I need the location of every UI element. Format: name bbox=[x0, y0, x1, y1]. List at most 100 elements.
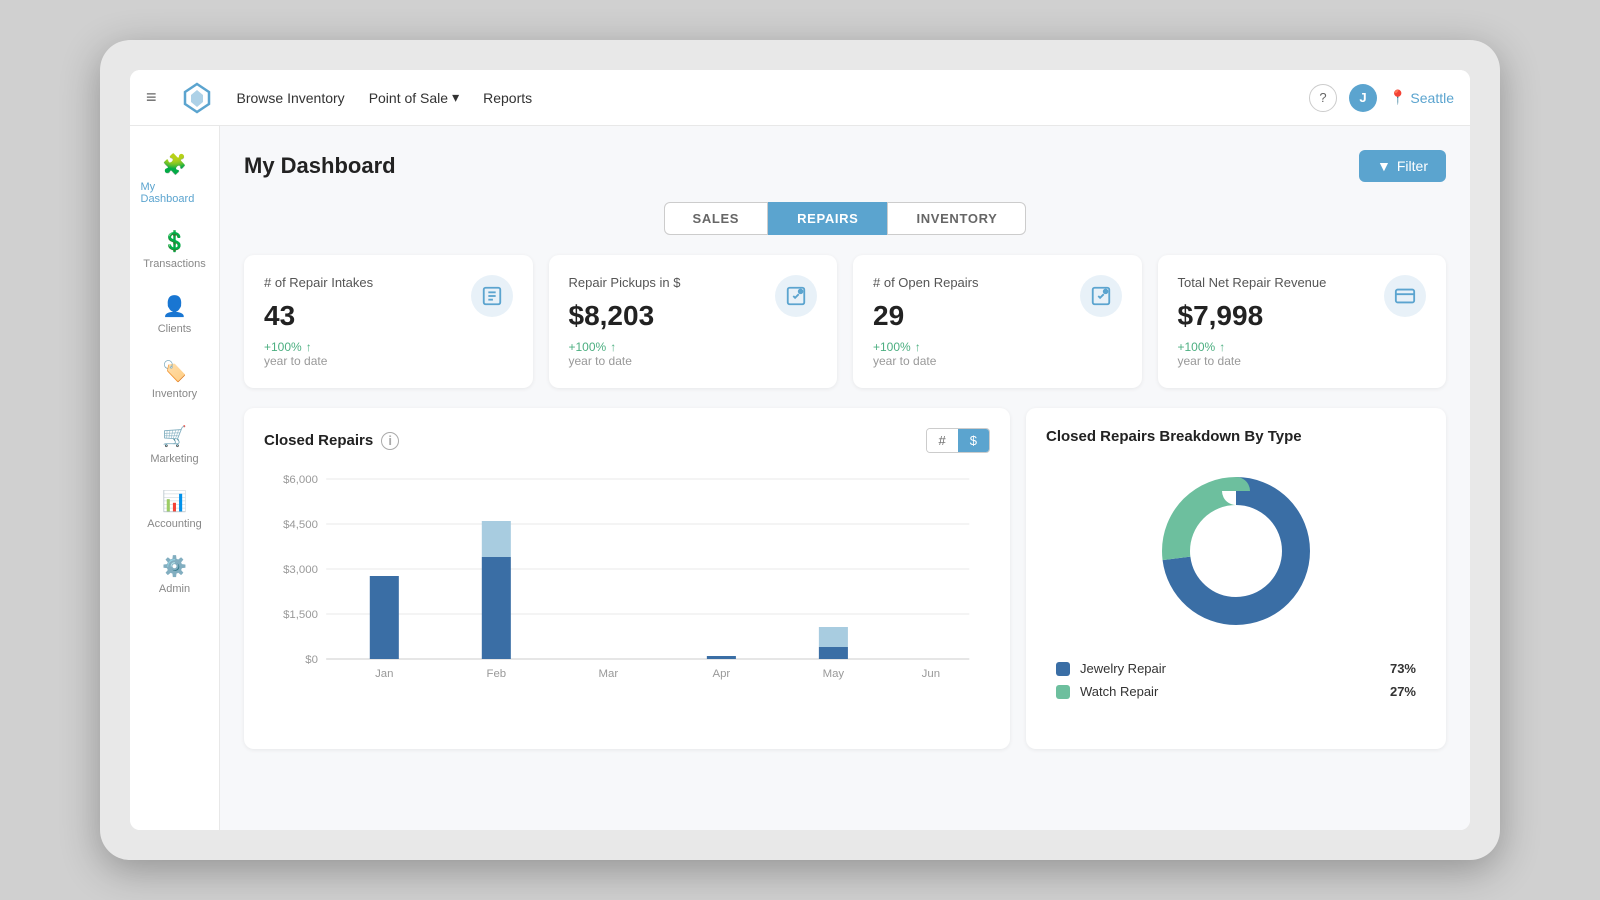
legend-item-jewelry: Jewelry Repair 73% bbox=[1056, 661, 1416, 676]
tab-sales[interactable]: SALES bbox=[664, 202, 769, 235]
svg-text:$1,500: $1,500 bbox=[283, 609, 318, 621]
sidebar-item-transactions[interactable]: 💲 Transactions bbox=[135, 219, 215, 280]
nav-point-of-sale[interactable]: Point of Sale ▾ bbox=[369, 89, 459, 106]
svg-text:Jan: Jan bbox=[375, 668, 393, 680]
sidebar-label-clients: Clients bbox=[158, 323, 192, 335]
metric-icon-0 bbox=[471, 275, 513, 317]
location-pin-icon: 📍 bbox=[1389, 89, 1406, 106]
filter-icon: ▼ bbox=[1377, 158, 1391, 174]
legend-item-watch: Watch Repair 27% bbox=[1056, 684, 1416, 699]
chart-header: Closed Repairs i # $ bbox=[264, 428, 990, 453]
location-selector[interactable]: 📍 Seattle bbox=[1389, 89, 1454, 106]
dashboard-icon: 🧩 bbox=[162, 152, 187, 177]
svg-text:Jun: Jun bbox=[922, 668, 940, 680]
tab-inventory[interactable]: INVENTORY bbox=[887, 202, 1026, 235]
donut-chart-card: Closed Repairs Breakdown By Type bbox=[1026, 408, 1446, 749]
svg-text:May: May bbox=[823, 668, 845, 680]
bar-chart-area: $6,000 $4,500 $3,000 $1,500 $0 Jan bbox=[264, 469, 990, 729]
sidebar: 🧩 My Dashboard 💲 Transactions 👤 Clients … bbox=[130, 126, 220, 830]
page-title: My Dashboard bbox=[244, 153, 396, 179]
trend-up-icon-2: ↑ bbox=[915, 340, 921, 354]
svg-text:$0: $0 bbox=[305, 654, 318, 666]
toggle-hash[interactable]: # bbox=[927, 429, 958, 452]
metric-change-1: +100% ↑ bbox=[569, 340, 818, 354]
donut-svg-wrap bbox=[1146, 461, 1326, 641]
metric-date-0: year to date bbox=[264, 354, 513, 368]
info-icon[interactable]: i bbox=[381, 432, 399, 450]
metric-card-repair-pickups: Repair Pickups in $ $8,203 +100% ↑ year … bbox=[549, 255, 838, 388]
trend-up-icon: ↑ bbox=[306, 340, 312, 354]
legend-dot-watch bbox=[1056, 685, 1070, 699]
metric-card-repair-intakes: # of Repair Intakes 43 +100% ↑ year to d… bbox=[244, 255, 533, 388]
svg-text:$3,000: $3,000 bbox=[283, 564, 318, 576]
metric-date-2: year to date bbox=[873, 354, 1122, 368]
nav-browse-inventory[interactable]: Browse Inventory bbox=[237, 90, 345, 106]
dashboard-tabs: SALES REPAIRS INVENTORY bbox=[244, 202, 1446, 235]
metric-cards: # of Repair Intakes 43 +100% ↑ year to d… bbox=[244, 255, 1446, 388]
location-label: Seattle bbox=[1410, 90, 1454, 106]
svg-text:Mar: Mar bbox=[599, 668, 619, 680]
sidebar-item-marketing[interactable]: 🛒 Marketing bbox=[135, 414, 215, 475]
metric-icon-1 bbox=[775, 275, 817, 317]
metric-date-3: year to date bbox=[1178, 354, 1427, 368]
svg-text:$6,000: $6,000 bbox=[283, 474, 318, 486]
bar-chart-svg: $6,000 $4,500 $3,000 $1,500 $0 Jan bbox=[264, 469, 990, 729]
toggle-dollar[interactable]: $ bbox=[958, 429, 989, 452]
sidebar-item-inventory[interactable]: 🏷️ Inventory bbox=[135, 349, 215, 410]
sidebar-item-admin[interactable]: ⚙️ Admin bbox=[135, 544, 215, 605]
help-button[interactable]: ? bbox=[1309, 84, 1337, 112]
transactions-icon: 💲 bbox=[162, 229, 187, 254]
legend-dot-jewelry bbox=[1056, 662, 1070, 676]
metric-change-3: +100% ↑ bbox=[1178, 340, 1427, 354]
sidebar-item-accounting[interactable]: 📊 Accounting bbox=[135, 479, 215, 540]
donut-title: Closed Repairs Breakdown By Type bbox=[1046, 428, 1426, 445]
marketing-icon: 🛒 bbox=[162, 424, 187, 449]
nav-right: ? J 📍 Seattle bbox=[1309, 84, 1454, 112]
dropdown-arrow-icon: ▾ bbox=[452, 89, 459, 106]
trend-up-icon-3: ↑ bbox=[1219, 340, 1225, 354]
trend-up-icon-1: ↑ bbox=[610, 340, 616, 354]
metric-icon-2 bbox=[1080, 275, 1122, 317]
sidebar-label-admin: Admin bbox=[159, 583, 190, 595]
tablet-frame: ≡ Browse Inventory Point of Sale ▾ Repor… bbox=[100, 40, 1500, 860]
svg-text:Feb: Feb bbox=[487, 668, 507, 680]
inventory-icon: 🏷️ bbox=[162, 359, 187, 384]
content-header: My Dashboard ▼ Filter bbox=[244, 150, 1446, 182]
closed-repairs-chart-card: Closed Repairs i # $ bbox=[244, 408, 1010, 749]
bottom-section: Closed Repairs i # $ bbox=[244, 408, 1446, 749]
app-logo bbox=[181, 82, 213, 114]
metric-change-0: +100% ↑ bbox=[264, 340, 513, 354]
sidebar-label-accounting: Accounting bbox=[147, 518, 201, 530]
user-avatar[interactable]: J bbox=[1349, 84, 1377, 112]
legend: Jewelry Repair 73% Watch Repair 27% bbox=[1046, 661, 1426, 707]
chart-title: Closed Repairs i bbox=[264, 432, 399, 450]
metric-card-open-repairs: # of Open Repairs 29 +100% ↑ year to dat… bbox=[853, 255, 1142, 388]
filter-button[interactable]: ▼ Filter bbox=[1359, 150, 1446, 182]
hamburger-icon[interactable]: ≡ bbox=[146, 87, 157, 108]
metric-change-2: +100% ↑ bbox=[873, 340, 1122, 354]
sidebar-item-clients[interactable]: 👤 Clients bbox=[135, 284, 215, 345]
accounting-icon: 📊 bbox=[162, 489, 187, 514]
tablet-inner: ≡ Browse Inventory Point of Sale ▾ Repor… bbox=[130, 70, 1470, 830]
sidebar-label-inventory: Inventory bbox=[152, 388, 197, 400]
legend-pct-watch: 27% bbox=[1390, 684, 1416, 699]
nav-links: Browse Inventory Point of Sale ▾ Reports bbox=[237, 89, 1285, 106]
legend-label-watch: Watch Repair bbox=[1080, 684, 1158, 699]
tab-repairs[interactable]: REPAIRS bbox=[768, 202, 887, 235]
svg-text:$4,500: $4,500 bbox=[283, 519, 318, 531]
sidebar-item-dashboard[interactable]: 🧩 My Dashboard bbox=[135, 142, 215, 215]
sidebar-label-dashboard: My Dashboard bbox=[141, 181, 209, 205]
sidebar-label-marketing: Marketing bbox=[150, 453, 198, 465]
top-nav: ≡ Browse Inventory Point of Sale ▾ Repor… bbox=[130, 70, 1470, 126]
main-content: My Dashboard ▼ Filter SALES REPAIRS INVE… bbox=[220, 126, 1470, 830]
metric-icon-3 bbox=[1384, 275, 1426, 317]
metric-date-1: year to date bbox=[569, 354, 818, 368]
legend-pct-jewelry: 73% bbox=[1390, 661, 1416, 676]
chart-toggle: # $ bbox=[926, 428, 990, 453]
donut-container: Jewelry Repair 73% Watch Repair 27% bbox=[1046, 461, 1426, 707]
sidebar-label-transactions: Transactions bbox=[143, 258, 206, 270]
legend-label-jewelry: Jewelry Repair bbox=[1080, 661, 1166, 676]
main-layout: 🧩 My Dashboard 💲 Transactions 👤 Clients … bbox=[130, 126, 1470, 830]
clients-icon: 👤 bbox=[162, 294, 187, 319]
nav-reports[interactable]: Reports bbox=[483, 90, 532, 106]
